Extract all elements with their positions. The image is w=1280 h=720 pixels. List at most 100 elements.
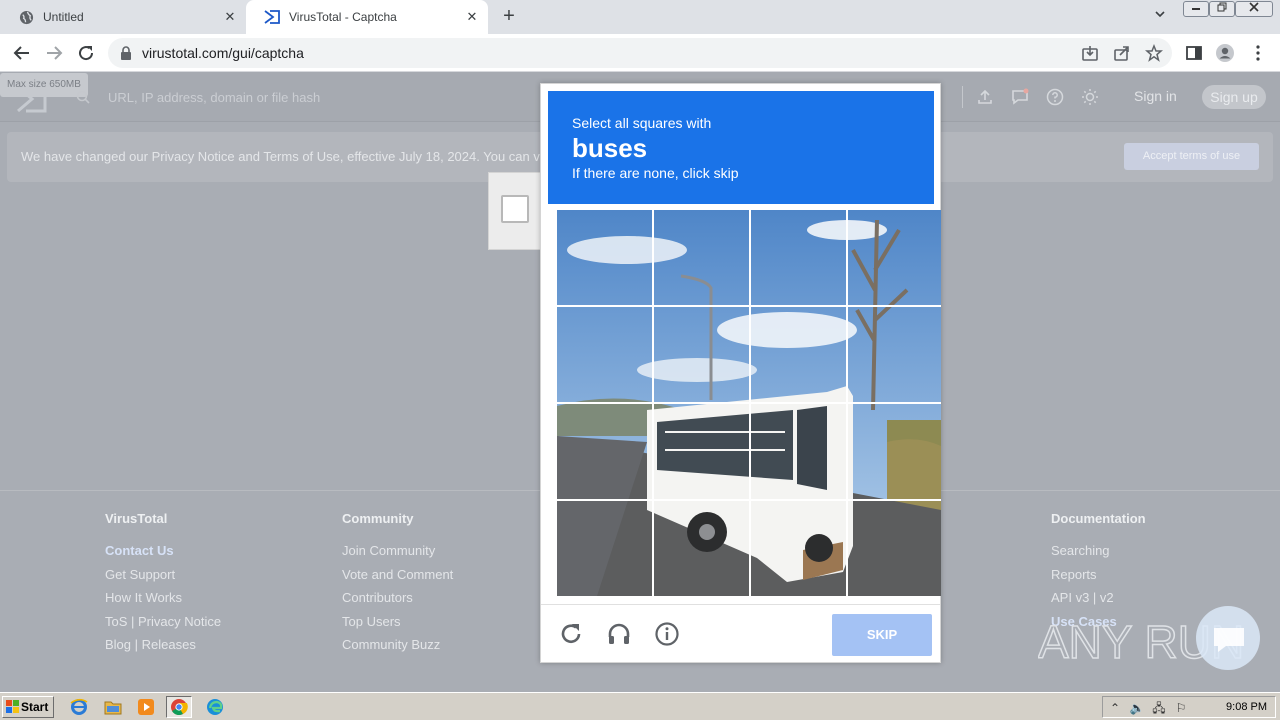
bookmark-star-icon[interactable] <box>1145 44 1163 62</box>
start-label: Start <box>21 700 49 714</box>
tab-virustotal-captcha[interactable]: VirusTotal - Captcha ✕ <box>246 0 488 34</box>
clock[interactable]: 9:08 PM <box>1226 701 1267 713</box>
captcha-tile[interactable] <box>848 210 941 304</box>
accept-terms-button[interactable]: Accept terms of use <box>1124 143 1259 170</box>
window-restore-button[interactable] <box>1209 1 1235 17</box>
footer-link-how-it-works[interactable]: How It Works <box>105 590 221 614</box>
footer-link-reports[interactable]: Reports <box>1051 567 1146 591</box>
anyrun-watermark: ANY RUN <box>1037 604 1260 674</box>
footer-column-virustotal: VirusTotal Contact Us Get Support How It… <box>105 511 221 661</box>
profile-avatar-icon[interactable] <box>1215 43 1235 63</box>
captcha-instruction-text: Select all squares with <box>572 115 712 131</box>
address-bar[interactable]: virustotal.com/gui/captcha <box>108 38 1172 68</box>
captcha-controls: SKIP <box>541 604 940 662</box>
new-tab-button[interactable]: + <box>498 6 520 28</box>
volume-icon[interactable]: 🔈 <box>1129 700 1145 716</box>
sign-up-button[interactable]: Sign up <box>1202 85 1266 109</box>
system-tray: ⌃ 🔈 🖧 ⚐ 9:08 PM <box>1102 696 1276 718</box>
footer-link-contact-us[interactable]: Contact Us <box>105 543 221 567</box>
footer-link-tos-privacy[interactable]: ToS | Privacy Notice <box>105 614 221 638</box>
network-icon[interactable]: 🖧 <box>1151 700 1167 716</box>
footer-link-searching[interactable]: Searching <box>1051 543 1146 567</box>
footer-link-blog-releases[interactable]: Blog | Releases <box>105 637 221 661</box>
captcha-tile[interactable] <box>557 501 651 595</box>
start-button[interactable]: Start <box>2 696 54 718</box>
footer-link-join-community[interactable]: Join Community <box>342 543 453 567</box>
footer-link-vote-comment[interactable]: Vote and Comment <box>342 567 453 591</box>
header-divider <box>962 86 963 108</box>
captcha-checkbox[interactable] <box>501 195 529 223</box>
install-app-icon[interactable] <box>1081 44 1099 62</box>
captcha-tile[interactable] <box>557 307 651 401</box>
captcha-tile[interactable] <box>751 210 845 304</box>
footer-link-get-support[interactable]: Get Support <box>105 567 221 591</box>
audio-challenge-icon[interactable] <box>606 621 632 647</box>
footer-heading: Documentation <box>1051 511 1146 526</box>
max-size-tooltip: Max size 650MB <box>0 73 88 97</box>
captcha-tile[interactable] <box>751 404 845 498</box>
reload-icon[interactable] <box>74 41 98 65</box>
tab-title: Untitled <box>43 10 84 24</box>
tab-untitled[interactable]: Untitled ✕ <box>0 0 246 34</box>
captcha-tile[interactable] <box>557 404 651 498</box>
internet-explorer-icon[interactable] <box>66 696 92 718</box>
info-icon[interactable] <box>654 621 680 647</box>
action-center-flag-icon[interactable]: ⚐ <box>1173 700 1189 716</box>
captcha-challenge-dialog: Select all squares with buses If there a… <box>540 83 941 663</box>
upload-icon[interactable] <box>976 88 994 106</box>
footer-heading: Community <box>342 511 414 526</box>
virustotal-favicon-icon <box>264 9 280 25</box>
captcha-tile[interactable] <box>654 307 748 401</box>
sign-in-link[interactable]: Sign in <box>1134 88 1177 104</box>
captcha-tile[interactable] <box>751 307 845 401</box>
show-hidden-icons-icon[interactable]: ⌃ <box>1107 700 1123 716</box>
captcha-tile[interactable] <box>654 210 748 304</box>
file-explorer-icon[interactable] <box>100 696 126 718</box>
captcha-anchor-widget <box>488 172 542 250</box>
captcha-tile[interactable] <box>751 501 845 595</box>
reload-icon[interactable] <box>558 621 584 647</box>
window-close-button[interactable] <box>1235 1 1273 17</box>
media-player-icon[interactable] <box>133 696 159 718</box>
captcha-tile[interactable] <box>654 501 748 595</box>
captcha-tile[interactable] <box>848 501 941 595</box>
share-icon[interactable] <box>1113 44 1131 62</box>
browser-toolbar: virustotal.com/gui/captcha <box>0 34 1280 72</box>
search-input[interactable] <box>100 84 540 110</box>
captcha-instruction-header: Select all squares with buses If there a… <box>548 91 934 204</box>
more-menu-icon[interactable] <box>1248 43 1268 63</box>
globe-icon <box>18 9 34 25</box>
footer-link-top-users[interactable]: Top Users <box>342 614 453 638</box>
chrome-taskbar-icon[interactable] <box>166 696 192 718</box>
windows-taskbar: Start ⌃ 🔈 🖧 ⚐ 9:08 PM <box>0 692 1280 720</box>
captcha-skip-hint: If there are none, click skip <box>572 165 739 181</box>
footer-link-community-buzz[interactable]: Community Buzz <box>342 637 453 661</box>
notifications-icon[interactable] <box>1011 88 1029 106</box>
tab-close-icon[interactable]: ✕ <box>464 9 480 25</box>
footer-link-contributors[interactable]: Contributors <box>342 590 453 614</box>
tab-close-icon[interactable]: ✕ <box>222 9 238 25</box>
skip-button[interactable]: SKIP <box>832 614 932 656</box>
footer-column-community: Community Join Community Vote and Commen… <box>342 511 453 661</box>
help-icon[interactable] <box>1046 88 1064 106</box>
side-panel-icon[interactable] <box>1184 43 1204 63</box>
edge-icon[interactable] <box>202 696 228 718</box>
captcha-tile[interactable] <box>557 210 651 304</box>
windows-logo-icon <box>6 700 19 713</box>
window-minimize-button[interactable] <box>1183 1 1209 17</box>
footer-heading: VirusTotal <box>105 511 168 526</box>
tab-search-chevron-icon[interactable] <box>1150 8 1170 26</box>
captcha-image-grid <box>557 210 941 596</box>
captcha-tile[interactable] <box>654 404 748 498</box>
back-arrow-icon[interactable] <box>10 41 34 65</box>
captcha-tile[interactable] <box>848 404 941 498</box>
lock-icon <box>121 46 131 60</box>
forward-arrow-icon[interactable] <box>42 41 66 65</box>
privacy-notice-text: We have changed our Privacy Notice and T… <box>21 149 540 164</box>
browser-tab-strip: Untitled ✕ VirusTotal - Captcha ✕ + <box>0 0 1280 34</box>
theme-sun-icon[interactable] <box>1081 88 1099 106</box>
captcha-tile[interactable] <box>848 307 941 401</box>
search-icon <box>76 90 90 104</box>
captcha-target-object: buses <box>572 133 648 163</box>
tab-title: VirusTotal - Captcha <box>289 10 397 24</box>
